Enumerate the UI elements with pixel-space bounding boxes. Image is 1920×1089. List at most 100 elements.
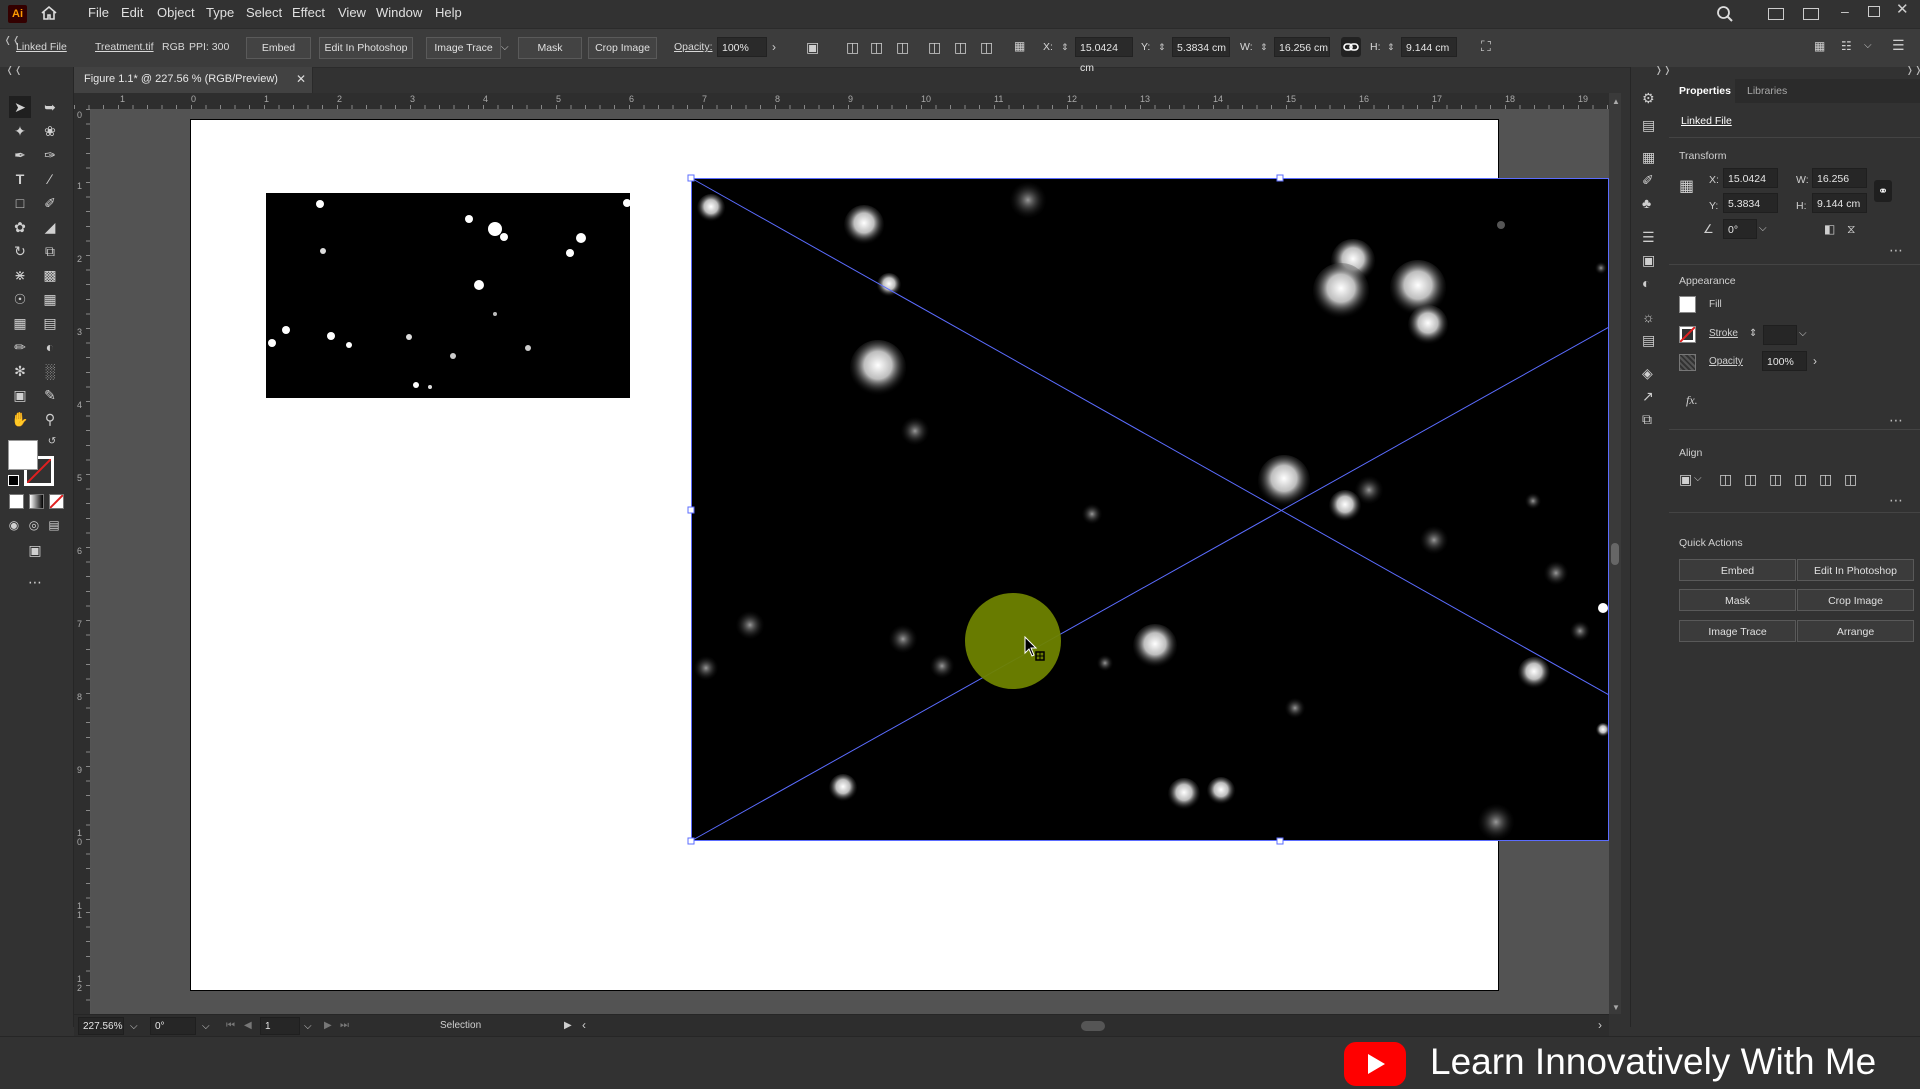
hand-tool-icon[interactable]: ✋ bbox=[9, 408, 31, 430]
y-field[interactable]: 5.3834 cm bbox=[1172, 37, 1230, 57]
eyedropper-tool-icon[interactable]: ✏ bbox=[9, 336, 31, 358]
artboard-tool-icon[interactable]: ▣ bbox=[9, 384, 31, 406]
rotation-field[interactable]: 0° bbox=[150, 1017, 196, 1035]
column-graph-tool-icon[interactable]: ░ bbox=[39, 360, 61, 382]
pen-tool-icon[interactable]: ✒ bbox=[9, 144, 31, 166]
transform-icon[interactable]: ⛶ bbox=[1481, 38, 1491, 54]
gradient-panel-icon[interactable]: ▣ bbox=[1642, 252, 1655, 268]
x-stepper-icon[interactable]: ⇕ bbox=[1061, 39, 1069, 55]
chevron-right-icon[interactable]: › bbox=[772, 39, 776, 55]
gradient-tool-icon[interactable]: ▤ bbox=[39, 312, 61, 334]
align-top-icon[interactable]: ◫ bbox=[1794, 471, 1807, 487]
menu-file[interactable]: File bbox=[88, 5, 109, 20]
first-artboard-icon[interactable]: ⏮ bbox=[226, 1018, 235, 1034]
chevron-down-icon[interactable]: ⌵ bbox=[1759, 221, 1767, 237]
paintbrush-tool-icon[interactable]: ✐ bbox=[39, 192, 61, 214]
direct-selection-tool-icon[interactable]: ➥ bbox=[39, 96, 61, 118]
status-menu-icon[interactable]: ▶ bbox=[564, 1018, 572, 1034]
fx-button[interactable]: fx. bbox=[1686, 393, 1698, 408]
stroke-label[interactable]: Stroke bbox=[1709, 328, 1738, 339]
tab-libraries[interactable]: Libraries bbox=[1747, 85, 1787, 97]
w-stepper-icon[interactable]: ⇕ bbox=[1260, 39, 1268, 55]
more-options-icon[interactable]: ⋯ bbox=[1889, 242, 1904, 259]
swatches-panel-icon[interactable]: ▦ bbox=[1642, 149, 1655, 165]
quick-action-embed-button[interactable]: Embed bbox=[1679, 559, 1796, 581]
more-options-icon[interactable]: ⋯ bbox=[1889, 492, 1904, 509]
vertical-ruler[interactable]: 0 1 2 3 4 5 6 7 8 9 1 0 1 1 1 2 bbox=[74, 109, 91, 1014]
collapse-grip-icon[interactable]: ❬❬ bbox=[6, 65, 23, 76]
stroke-panel-icon[interactable]: ☰ bbox=[1642, 229, 1655, 245]
scroll-up-icon[interactable]: ▲ bbox=[1612, 97, 1620, 106]
width-tool-icon[interactable]: ⋇ bbox=[9, 264, 31, 286]
fill-swatch[interactable] bbox=[8, 440, 38, 470]
selection-tool-icon[interactable]: ➤ bbox=[9, 96, 31, 118]
rotate-angle-field[interactable]: 0° bbox=[1723, 219, 1757, 239]
overflow-menu-icon[interactable]: ☰ bbox=[1892, 37, 1905, 53]
gradient-mode-icon[interactable] bbox=[29, 494, 44, 509]
scroll-left-icon[interactable]: ‹ bbox=[582, 1017, 586, 1033]
h-stepper-icon[interactable]: ⇕ bbox=[1387, 39, 1395, 55]
previous-artboard-icon[interactable]: ◀ bbox=[244, 1018, 252, 1034]
appearance-panel-icon[interactable]: ☼ bbox=[1642, 309, 1655, 325]
chevron-down-icon[interactable]: ⌵ bbox=[202, 1019, 210, 1035]
default-colors-icon[interactable] bbox=[8, 475, 19, 486]
opacity-label[interactable]: Opacity bbox=[1709, 356, 1743, 367]
canvas[interactable] bbox=[91, 109, 1609, 1014]
libraries-panel-icon[interactable]: ▤ bbox=[1642, 117, 1655, 133]
rotate-tool-icon[interactable]: ↻ bbox=[9, 240, 31, 262]
slice-tool-icon[interactable]: ✎ bbox=[39, 384, 61, 406]
graphic-styles-panel-icon[interactable]: ▤ bbox=[1642, 332, 1655, 348]
quick-action-image-trace-button[interactable]: Image Trace bbox=[1679, 620, 1796, 642]
transparency-panel-icon[interactable]: ◐ bbox=[1642, 275, 1650, 291]
symbols-panel-icon[interactable]: ♣ bbox=[1642, 195, 1651, 211]
export-panel-icon[interactable]: ↗ bbox=[1642, 388, 1654, 404]
object-type-label[interactable]: Linked File bbox=[1681, 115, 1732, 127]
tab-properties[interactable]: Properties bbox=[1679, 85, 1731, 97]
align-right-icon[interactable]: ◫ bbox=[896, 39, 909, 55]
horizontal-ruler[interactable]: 1 0 1 2 3 4 5 6 7 8 9 10 11 12 13 14 15 … bbox=[74, 93, 1609, 110]
minimize-icon[interactable]: – bbox=[1841, 3, 1849, 19]
menu-edit[interactable]: Edit bbox=[121, 5, 143, 20]
crop-image-button[interactable]: Crop Image bbox=[588, 37, 657, 59]
artboards-panel-icon[interactable]: ⧉ bbox=[1642, 411, 1652, 427]
screen-mode-icon[interactable]: ▣ bbox=[22, 539, 48, 561]
scale-tool-icon[interactable]: ⧉ bbox=[39, 240, 61, 262]
edit-toolbar-icon[interactable]: ⋯ bbox=[25, 571, 45, 593]
reference-point-icon[interactable]: ▦ bbox=[1014, 38, 1025, 54]
quick-action-crop-image-button[interactable]: Crop Image bbox=[1797, 589, 1914, 611]
blend-tool-icon[interactable]: ◐ bbox=[39, 336, 61, 358]
shaper-tool-icon[interactable]: ✿ bbox=[9, 216, 31, 238]
opacity-field[interactable]: 100% bbox=[717, 37, 767, 57]
workspace-icon[interactable] bbox=[1768, 8, 1784, 20]
properties-panel-icon[interactable]: ⚙ bbox=[1642, 90, 1655, 106]
selection-bounding-box[interactable] bbox=[91, 109, 1609, 1014]
shape-builder-tool-icon[interactable]: ☉ bbox=[9, 288, 31, 310]
close-tab-icon[interactable]: ✕ bbox=[296, 72, 306, 86]
rectangle-tool-icon[interactable]: □ bbox=[9, 192, 31, 214]
panel-menu-icon[interactable]: ☷ bbox=[1841, 38, 1852, 54]
quick-action-mask-button[interactable]: Mask bbox=[1679, 589, 1796, 611]
reference-point-icon[interactable]: ▦ bbox=[1679, 179, 1694, 195]
chevron-down-icon[interactable]: ⌵ bbox=[1864, 38, 1872, 54]
search-icon[interactable] bbox=[1716, 5, 1734, 26]
chevron-down-icon[interactable]: ⌵ bbox=[501, 40, 509, 56]
magic-wand-tool-icon[interactable]: ✦ bbox=[9, 120, 31, 142]
menu-object[interactable]: Object bbox=[157, 5, 195, 20]
color-mode-icon[interactable] bbox=[9, 494, 24, 509]
align-hcenter-icon[interactable]: ◫ bbox=[1744, 471, 1757, 487]
h-field[interactable]: 9.144 cm bbox=[1401, 37, 1457, 57]
stroke-stepper-icon[interactable]: ⇕ bbox=[1749, 326, 1757, 342]
flip-horizontal-icon[interactable]: ◧ bbox=[1824, 221, 1835, 237]
stroke-weight-field[interactable] bbox=[1763, 325, 1797, 345]
type-tool-icon[interactable]: T bbox=[9, 168, 31, 190]
chevron-down-icon[interactable]: ⌵ bbox=[130, 1019, 138, 1035]
arrange-documents-icon[interactable] bbox=[1803, 8, 1819, 20]
last-artboard-icon[interactable]: ⏭ bbox=[340, 1018, 349, 1034]
chevron-down-icon[interactable]: ⌵ bbox=[1799, 326, 1807, 342]
transform-x-field[interactable]: 15.0424 cm bbox=[1723, 168, 1778, 205]
close-icon[interactable]: ✕ bbox=[1896, 2, 1909, 18]
align-to-icon[interactable]: ▣ bbox=[806, 39, 819, 55]
transform-y-field[interactable]: 5.3834 cm bbox=[1723, 193, 1778, 230]
align-vcenter-icon[interactable]: ◫ bbox=[954, 39, 967, 55]
vertical-scrollbar[interactable]: ▲ ▼ bbox=[1609, 93, 1621, 1014]
